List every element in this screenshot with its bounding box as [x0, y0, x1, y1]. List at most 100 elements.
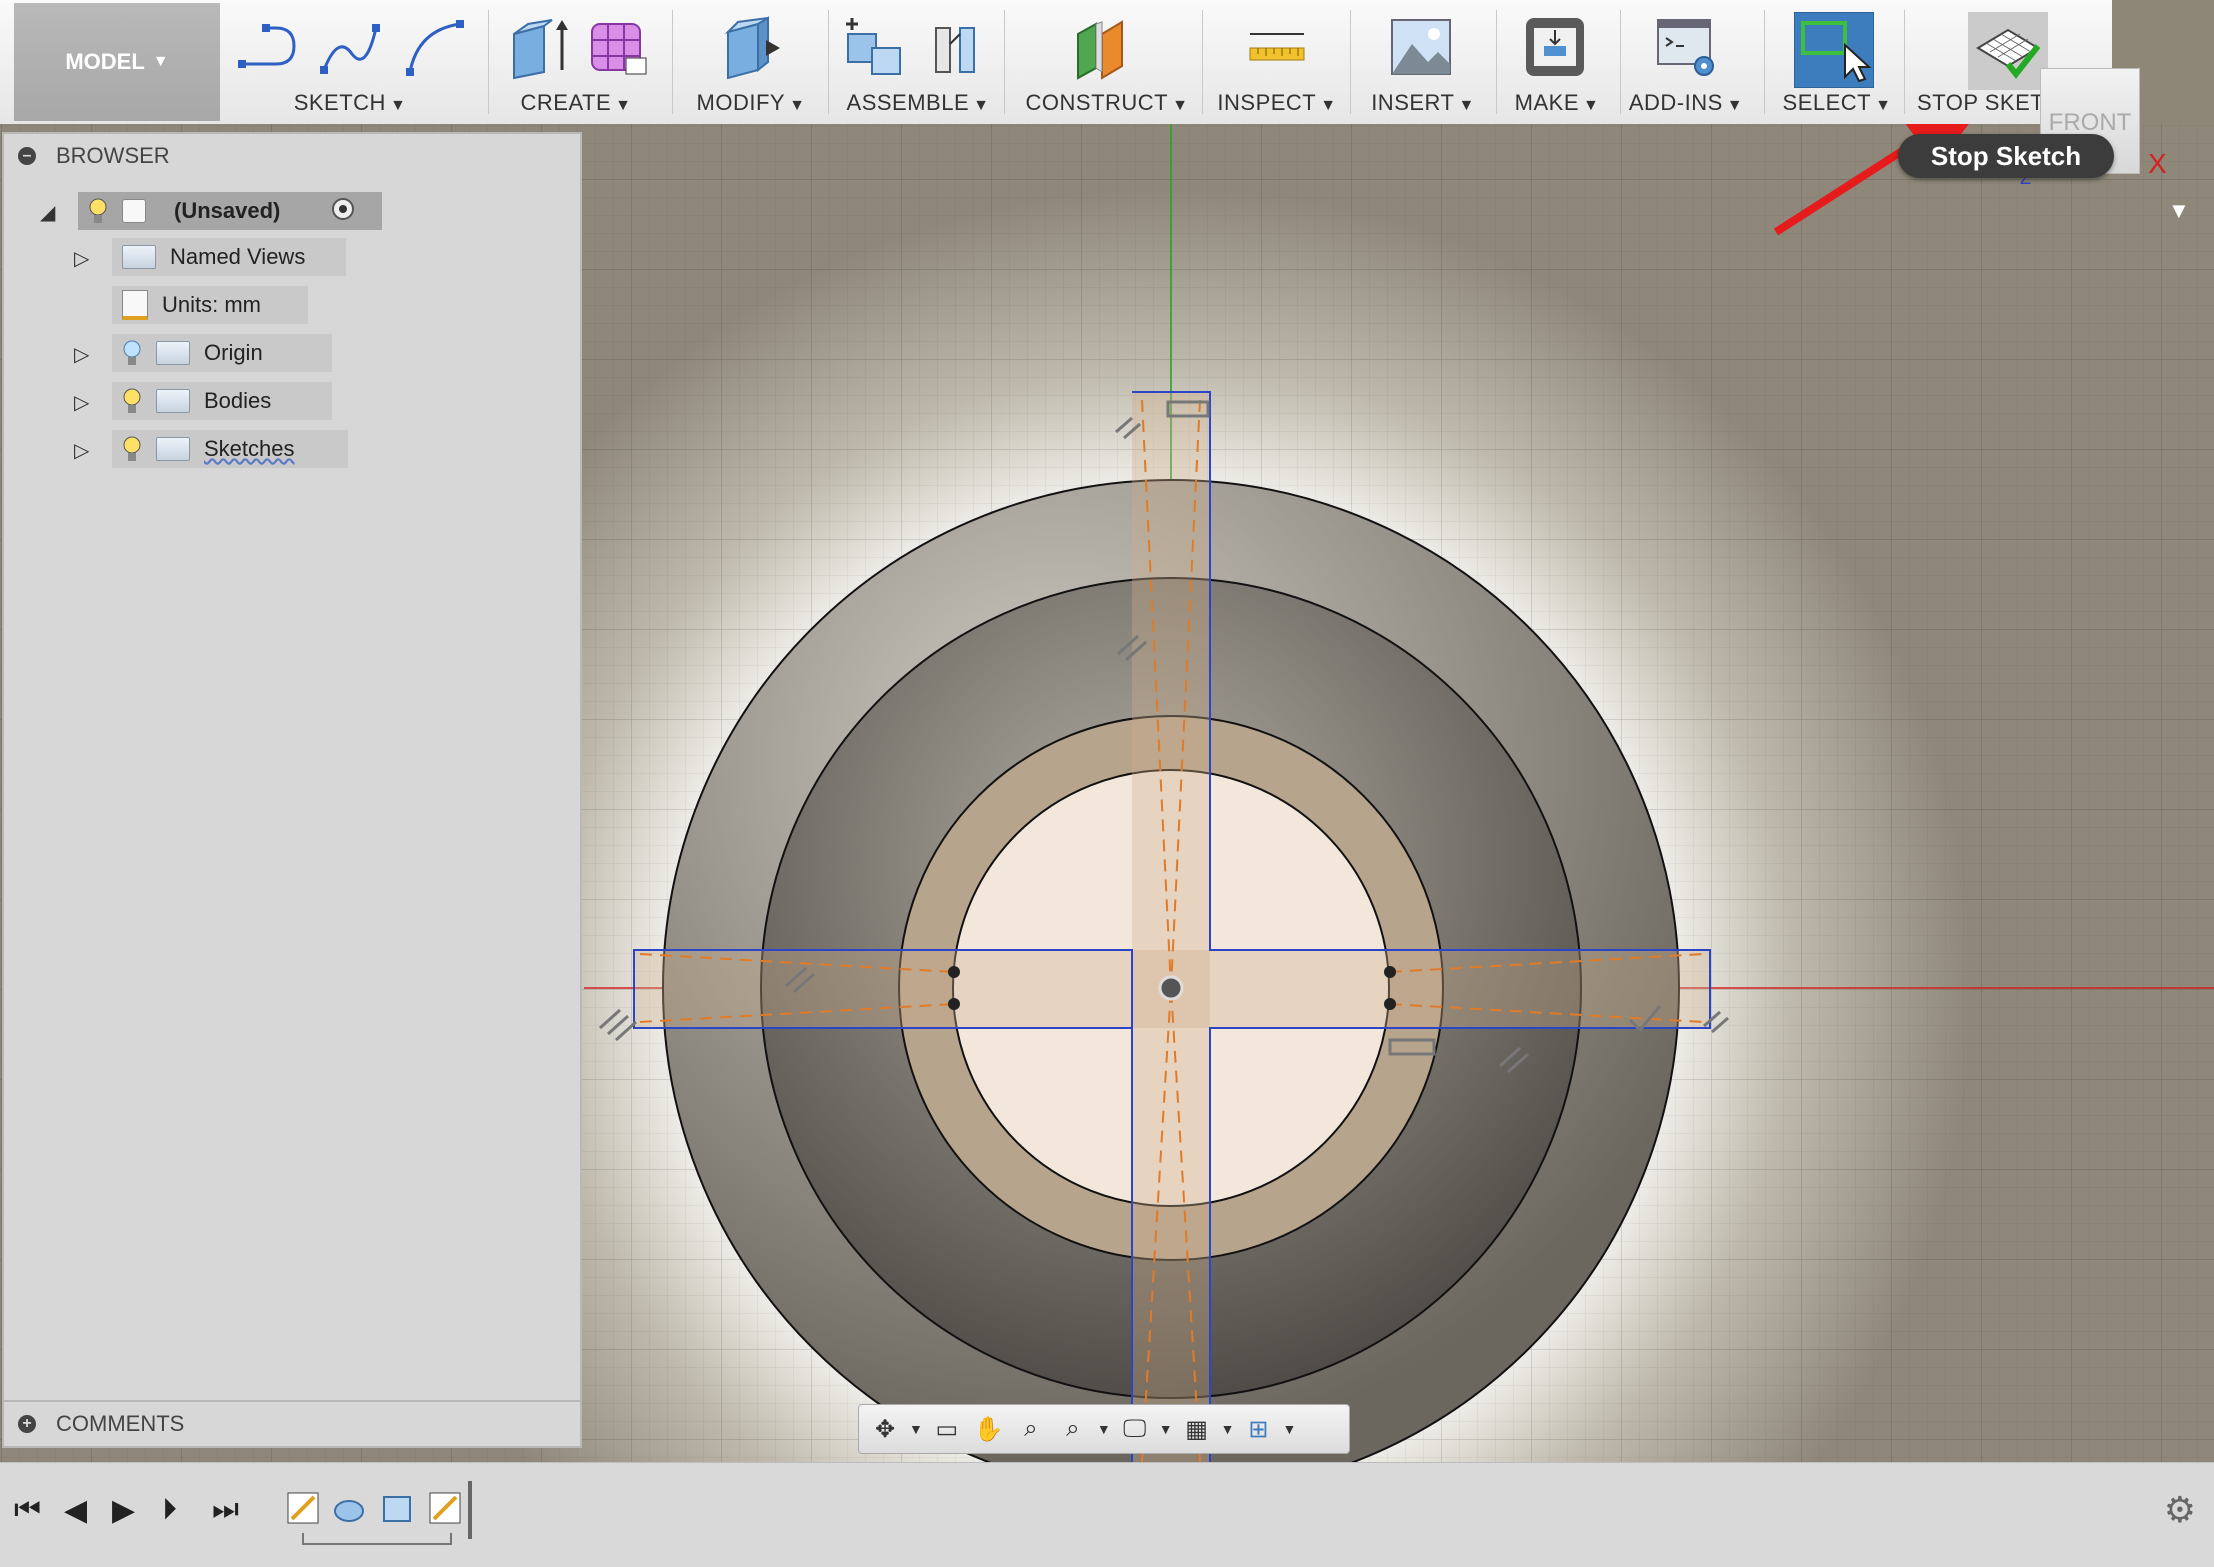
- grid-settings-icon[interactable]: ▦: [1179, 1412, 1215, 1446]
- timeline-group-bracket: [302, 1533, 452, 1545]
- tree-item-bodies[interactable]: Bodies: [112, 382, 332, 420]
- chevron-down-icon[interactable]: ▼: [1221, 1421, 1235, 1437]
- collapse-panel-icon[interactable]: –: [18, 147, 36, 165]
- tree-item-label: Origin: [204, 340, 263, 365]
- sketch-menu-label[interactable]: SKETCH ▼: [230, 90, 470, 116]
- assemble-menu-label[interactable]: ASSEMBLE ▼: [834, 90, 1002, 116]
- new-component-icon[interactable]: [842, 14, 908, 80]
- folder-icon: [122, 245, 156, 269]
- activate-radio-icon[interactable]: [332, 198, 354, 220]
- main-toolbar: MODEL ▼ SKETCH ▼ CREATE ▼ MODIFY ▼ ASSEM…: [0, 0, 2112, 125]
- display-settings-icon[interactable]: 🖵: [1117, 1412, 1153, 1446]
- zoom-icon[interactable]: ⌕: [1013, 1412, 1049, 1446]
- select-window-icon[interactable]: [1794, 12, 1874, 88]
- tree-item-label: Named Views: [170, 244, 306, 269]
- spline-tool-icon[interactable]: [318, 14, 384, 80]
- insert-image-icon[interactable]: [1388, 14, 1454, 80]
- gear-icon[interactable]: ⚙: [2164, 1489, 2196, 1531]
- step-forward-icon[interactable]: ⏵: [162, 1493, 177, 1527]
- make-menu-label[interactable]: MAKE ▼: [1502, 90, 1612, 116]
- viewcube-menu-chevron-icon[interactable]: ▼: [2168, 198, 2190, 224]
- inspect-menu-label[interactable]: INSPECT ▼: [1212, 90, 1342, 116]
- go-to-end-icon[interactable]: ⏭: [212, 1493, 239, 1527]
- construct-group[interactable]: CONSTRUCT ▼: [1012, 4, 1202, 122]
- stop-sketch-tooltip: Stop Sketch: [1898, 134, 2114, 178]
- arc-tool-icon[interactable]: [402, 14, 468, 80]
- expand-root-triangle-icon[interactable]: ◢: [40, 200, 60, 224]
- expand-origin-triangle-icon[interactable]: ▷: [74, 342, 94, 366]
- units-document-icon: [122, 290, 148, 320]
- expand-named-views-triangle-icon[interactable]: ▷: [74, 246, 94, 270]
- tree-item-label: Bodies: [204, 388, 272, 413]
- 3d-print-icon[interactable]: [1522, 14, 1588, 80]
- tree-item-sketches[interactable]: Sketches: [112, 430, 348, 468]
- make-group[interactable]: MAKE ▼: [1502, 4, 1612, 122]
- folder-icon: [156, 341, 190, 365]
- workspace-model-dropdown[interactable]: MODEL ▼: [14, 3, 220, 121]
- navigation-bar: ✥ ▼ ▭ ✋ ⌕ ⌕ ▼ 🖵 ▼ ▦ ▼ ⊞ ▼: [858, 1404, 1350, 1454]
- addins-menu-label[interactable]: ADD-INS ▼: [1626, 90, 1746, 116]
- timeline-active-sketch-icon[interactable]: [428, 1491, 462, 1525]
- modify-menu-label[interactable]: MODIFY ▼: [680, 90, 822, 116]
- expand-bodies-triangle-icon[interactable]: ▷: [74, 390, 94, 414]
- form-grid-icon[interactable]: [586, 14, 652, 80]
- visibility-bulb-icon[interactable]: [122, 387, 142, 415]
- assemble-group[interactable]: ASSEMBLE ▼: [834, 4, 1002, 122]
- folder-icon: [156, 389, 190, 413]
- go-to-start-icon[interactable]: ⏮: [14, 1493, 41, 1527]
- step-back-icon[interactable]: ◀︎: [64, 1493, 87, 1528]
- visibility-bulb-icon[interactable]: [88, 197, 108, 225]
- tree-item-label: Sketches: [204, 436, 295, 461]
- folder-icon: [156, 437, 190, 461]
- construct-menu-label[interactable]: CONSTRUCT ▼: [1012, 90, 1202, 116]
- comments-panel[interactable]: + COMMENTS: [2, 1400, 582, 1448]
- pan-hand-icon[interactable]: ✋: [971, 1412, 1007, 1446]
- chevron-down-icon[interactable]: ▼: [1282, 1421, 1296, 1437]
- insert-group[interactable]: INSERT ▼: [1358, 4, 1488, 122]
- measure-ruler-icon[interactable]: [1244, 14, 1310, 80]
- browser-panel: – BROWSER ◢ (Unsaved) ▷ Named Views Unit…: [2, 132, 582, 1448]
- orbit-icon[interactable]: ✥: [867, 1412, 903, 1446]
- browser-header[interactable]: – BROWSER: [4, 134, 580, 178]
- scripts-addins-icon[interactable]: [1654, 14, 1720, 80]
- viewcube-face-label[interactable]: FRONT: [2049, 109, 2132, 136]
- inspect-group[interactable]: INSPECT ▼: [1212, 4, 1342, 122]
- tree-item-label: Units: mm: [162, 292, 261, 317]
- press-pull-icon[interactable]: [718, 14, 784, 80]
- tree-item-named-views[interactable]: Named Views: [112, 238, 346, 276]
- expand-sketches-triangle-icon[interactable]: ▷: [74, 438, 94, 462]
- tree-item-units[interactable]: Units: mm: [112, 286, 308, 324]
- play-icon[interactable]: ▶︎: [112, 1493, 135, 1528]
- chevron-down-icon[interactable]: ▼: [909, 1421, 923, 1437]
- workspace-label: MODEL: [65, 49, 145, 74]
- visibility-bulb-off-icon[interactable]: [122, 339, 142, 367]
- extrude-box-icon[interactable]: [506, 14, 572, 80]
- insert-menu-label[interactable]: INSERT ▼: [1358, 90, 1488, 116]
- line-tool-icon[interactable]: [236, 14, 302, 80]
- create-menu-label[interactable]: CREATE ▼: [494, 90, 658, 116]
- create-group[interactable]: CREATE ▼: [494, 4, 658, 122]
- viewcube-axis-x-label: X: [2148, 148, 2167, 179]
- timeline-bar: ⏮ ◀︎ ▶︎ ⏵ ⏭ ⚙: [0, 1462, 2214, 1567]
- construct-plane-icon[interactable]: [1072, 14, 1142, 80]
- timeline-sketch-icon[interactable]: [286, 1491, 320, 1525]
- addins-group[interactable]: ADD-INS ▼: [1626, 4, 1746, 122]
- look-at-icon[interactable]: ▭: [929, 1412, 965, 1446]
- viewports-icon[interactable]: ⊞: [1240, 1412, 1276, 1446]
- chevron-down-icon[interactable]: ▼: [1097, 1421, 1111, 1437]
- tree-item-origin[interactable]: Origin: [112, 334, 332, 372]
- timeline-extrude-icon[interactable]: [380, 1491, 414, 1525]
- timeline-marker[interactable]: [468, 1481, 472, 1539]
- visibility-bulb-icon[interactable]: [122, 435, 142, 463]
- select-menu-label[interactable]: SELECT ▼: [1770, 90, 1904, 116]
- chevron-down-icon[interactable]: ▼: [1159, 1421, 1173, 1437]
- joint-icon[interactable]: [926, 14, 992, 80]
- select-group[interactable]: SELECT ▼: [1770, 4, 1904, 122]
- sketch-group[interactable]: SKETCH ▼: [230, 4, 470, 122]
- origin-point[interactable]: [1158, 975, 1184, 1001]
- stop-sketch-button[interactable]: [1968, 12, 2048, 90]
- expand-plus-icon[interactable]: +: [18, 1415, 36, 1433]
- timeline-revolve-icon[interactable]: [332, 1491, 366, 1525]
- modify-group[interactable]: MODIFY ▼: [680, 4, 822, 122]
- fit-zoom-icon[interactable]: ⌕: [1055, 1412, 1091, 1446]
